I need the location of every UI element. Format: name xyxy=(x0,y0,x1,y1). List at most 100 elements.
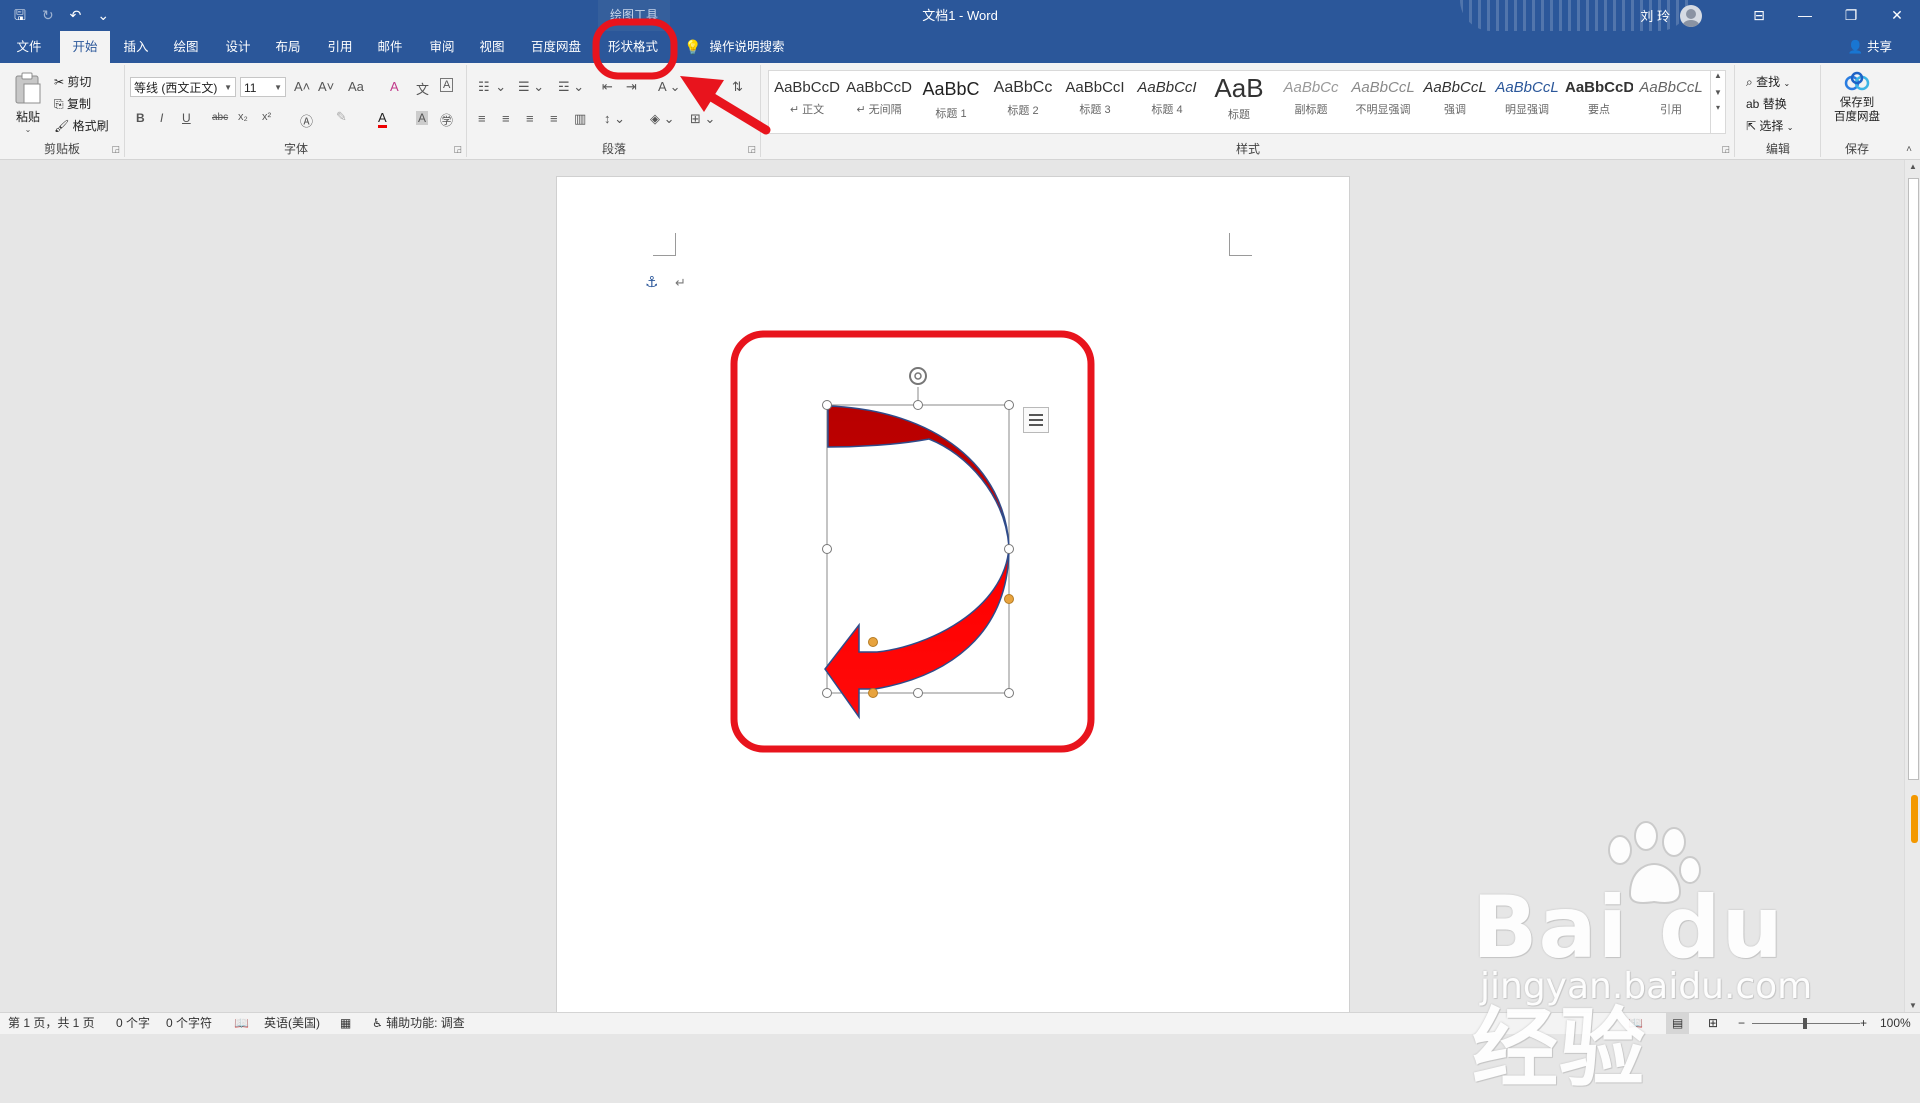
user-avatar[interactable] xyxy=(1680,4,1702,27)
text-effects-icon[interactable]: Ⓐ xyxy=(300,111,313,130)
cut-button[interactable]: ✂ 剪切 xyxy=(54,73,91,90)
tell-me-search[interactable]: 💡 操作说明搜索 xyxy=(684,31,784,63)
tab-shape-format[interactable]: 形状格式 xyxy=(600,31,666,63)
user-name[interactable]: 刘 玲 xyxy=(1640,6,1670,25)
phonetic-guide-icon[interactable]: 文 xyxy=(416,79,429,98)
format-painter-button[interactable]: 🖌 格式刷 xyxy=(54,117,109,134)
baidu-sidebar-handle[interactable] xyxy=(1911,795,1918,843)
word-count[interactable]: 0 个字 xyxy=(116,1013,150,1034)
adjust-handle-1[interactable] xyxy=(868,637,878,647)
layout-options-icon[interactable] xyxy=(1023,407,1049,433)
ribbon-display-options-icon[interactable]: ⊟ xyxy=(1736,0,1782,31)
gallery-more-icon[interactable]: ▾ xyxy=(1711,103,1725,112)
style-strong[interactable]: AaBbCcD 要点 xyxy=(1565,73,1633,131)
style-heading-2[interactable]: AaBbCc 标题 2 xyxy=(989,73,1057,131)
style-emphasis[interactable]: AaBbCcL 强调 xyxy=(1421,73,1489,131)
tab-baidu-netdisk[interactable]: 百度网盘 xyxy=(524,31,588,63)
tab-review[interactable]: 审阅 xyxy=(420,31,464,63)
adjust-handle-3[interactable] xyxy=(868,688,878,698)
bold-icon[interactable]: B xyxy=(136,111,145,125)
font-name-combo[interactable]: 等线 (西文正文) ▼ xyxy=(130,77,236,97)
style-subtitle[interactable]: AaBbCc 副标题 xyxy=(1277,73,1345,131)
resize-handle-top[interactable] xyxy=(913,400,923,410)
justify-icon[interactable]: ≡ xyxy=(550,111,558,126)
tab-references[interactable]: 引用 xyxy=(318,31,362,63)
underline-icon[interactable]: U xyxy=(182,111,191,125)
chinese-layout-icon[interactable]: A ⌄ xyxy=(658,79,680,95)
tab-draw[interactable]: 绘图 xyxy=(164,31,208,63)
strikethrough-icon[interactable]: abc xyxy=(212,112,228,123)
scroll-thumb[interactable] xyxy=(1908,178,1919,780)
highlight-icon[interactable]: ✎ xyxy=(336,109,347,125)
character-shading-icon[interactable]: A xyxy=(416,111,429,125)
distributed-icon[interactable]: ▥ xyxy=(574,111,586,127)
save-icon[interactable]: 🖫 xyxy=(14,0,26,31)
character-border-icon[interactable]: A xyxy=(440,78,454,92)
align-left-icon[interactable]: ≡ xyxy=(478,111,486,126)
tab-file[interactable]: 文件 xyxy=(6,31,52,63)
character-count[interactable]: 0 个字符 xyxy=(166,1013,212,1034)
style-no-spacing[interactable]: AaBbCcD ↵ 无间隔 xyxy=(845,73,913,131)
redo-icon[interactable]: ↻ xyxy=(42,0,54,31)
increase-indent-icon[interactable]: ⇥ xyxy=(626,79,637,95)
zoom-level[interactable]: 100% xyxy=(1880,1013,1911,1034)
align-center-icon[interactable]: ≡ xyxy=(502,111,510,126)
style-normal[interactable]: AaBbCcD ↵ 正文 xyxy=(773,73,841,131)
resize-handle-bottom[interactable] xyxy=(913,688,923,698)
select-button[interactable]: ⇱ 选择 ⌄ xyxy=(1746,117,1793,134)
save-to-baidu-button[interactable]: 保存到 百度网盘 xyxy=(1824,71,1890,124)
borders-icon[interactable]: ⊞ ⌄ xyxy=(690,111,715,127)
shrink-font-icon[interactable]: A˅ xyxy=(318,79,334,94)
replace-button[interactable]: ab 替换 xyxy=(1746,95,1787,112)
line-spacing-icon[interactable]: ↕ ⌄ xyxy=(604,111,625,127)
style-subtle-emphasis[interactable]: AaBbCcL 不明显强调 xyxy=(1349,73,1417,131)
font-launcher-icon[interactable]: ◲ xyxy=(453,144,462,155)
styles-gallery-scroll[interactable]: ▲ ▼ ▾ xyxy=(1710,70,1726,134)
grow-font-icon[interactable]: A˄ xyxy=(294,79,310,94)
font-size-combo[interactable]: 11 ▼ xyxy=(240,77,286,97)
resize-handle-top-left[interactable] xyxy=(822,400,832,410)
macro-icon[interactable]: ▦ xyxy=(340,1013,351,1034)
tab-view[interactable]: 视图 xyxy=(470,31,514,63)
style-title[interactable]: AaB 标题 xyxy=(1205,73,1273,131)
styles-launcher-icon[interactable]: ◲ xyxy=(1721,144,1730,155)
zoom-in-icon[interactable]: + xyxy=(1860,1013,1867,1034)
document-page[interactable]: ⚓ ↵ xyxy=(556,176,1350,1012)
minimize-button[interactable]: — xyxy=(1782,0,1828,31)
style-heading-4[interactable]: AaBbCcI 标题 4 xyxy=(1133,73,1201,131)
chevron-down-icon[interactable]: ▼ xyxy=(1711,88,1725,97)
bullets-icon[interactable]: ☷ ⌄ xyxy=(478,79,507,95)
decrease-indent-icon[interactable]: ⇤ xyxy=(602,79,613,95)
tab-layout[interactable]: 布局 xyxy=(266,31,310,63)
proofing-icon[interactable]: 📖 xyxy=(234,1013,249,1034)
page-count[interactable]: 第 1 页，共 1 页 xyxy=(8,1013,95,1034)
multilevel-list-icon[interactable]: ☲ ⌄ xyxy=(558,79,584,95)
resize-handle-top-right[interactable] xyxy=(1004,400,1014,410)
align-right-icon[interactable]: ≡ xyxy=(526,111,534,126)
copy-button[interactable]: ⎘ 复制 xyxy=(54,95,91,112)
close-button[interactable]: ✕ xyxy=(1874,0,1920,31)
change-case-icon[interactable]: Aa xyxy=(348,79,364,94)
tab-design[interactable]: 设计 xyxy=(216,31,260,63)
clipboard-launcher-icon[interactable]: ◲ xyxy=(111,144,120,155)
style-quote[interactable]: AaBbCcL 引用 xyxy=(1637,73,1705,131)
vertical-scrollbar[interactable]: ▲ ▼ xyxy=(1904,160,1920,1012)
find-button[interactable]: ⌕ 查找 ⌄ xyxy=(1746,73,1790,90)
shading-icon[interactable]: ◈ ⌄ xyxy=(650,111,675,127)
enclose-characters-icon[interactable]: ㊫ xyxy=(440,110,453,129)
resize-handle-bottom-left[interactable] xyxy=(822,688,832,698)
superscript-icon[interactable]: x² xyxy=(262,111,271,123)
scroll-down-icon[interactable]: ▼ xyxy=(1905,1001,1920,1010)
tab-home[interactable]: 开始 xyxy=(60,31,110,63)
accessibility-status[interactable]: ♿ 辅助功能: 调查 xyxy=(372,1013,465,1034)
paste-dropdown-icon[interactable]: ⌄ xyxy=(10,125,46,134)
rotate-handle-icon[interactable] xyxy=(909,367,927,385)
italic-icon[interactable]: I xyxy=(160,111,163,125)
tab-insert[interactable]: 插入 xyxy=(114,31,158,63)
resize-handle-bottom-right[interactable] xyxy=(1004,688,1014,698)
resize-handle-right[interactable] xyxy=(1004,544,1014,554)
scroll-up-icon[interactable]: ▲ xyxy=(1905,162,1920,171)
adjust-handle-2[interactable] xyxy=(1004,594,1014,604)
sort-icon[interactable]: ⇅ xyxy=(732,79,743,95)
customize-qat-icon[interactable]: ⌄ xyxy=(97,0,109,31)
